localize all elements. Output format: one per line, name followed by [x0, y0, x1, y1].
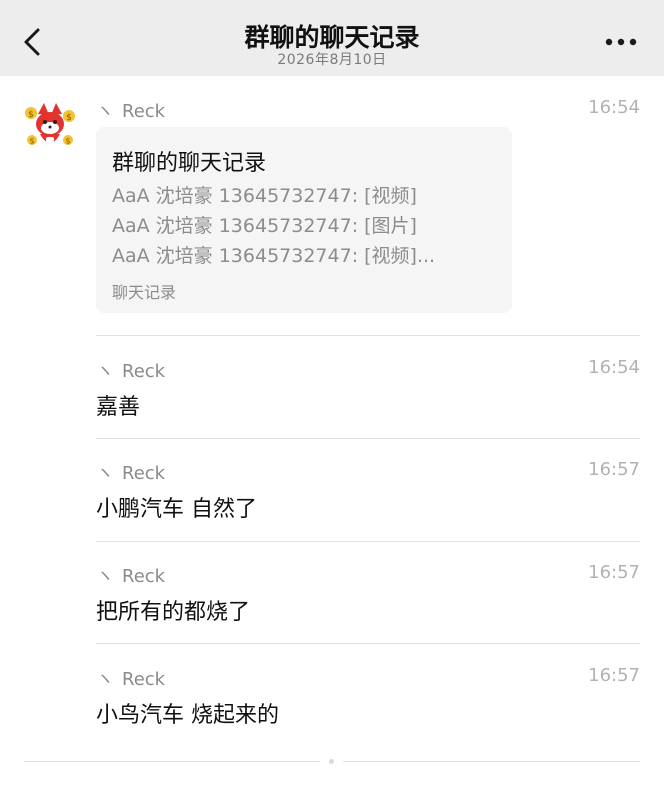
sender-name: ヽ Reck	[96, 101, 166, 122]
divider	[96, 438, 640, 439]
svg-text:$: $	[66, 113, 72, 123]
sender-label: Reck	[122, 669, 166, 690]
card-line: AaA 沈培豪 13645732747: [图片]	[112, 215, 417, 237]
page-date: 2026年8月10日	[277, 52, 387, 68]
svg-text:$: $	[28, 110, 34, 120]
message-time: 16:57	[588, 665, 640, 686]
sender-name: ヽ Reck	[96, 361, 166, 382]
message-item: ヽ Reck 16:54	[96, 97, 640, 127]
message-text: 小鸟汽车 烧起来的	[96, 703, 279, 728]
sender-label: Reck	[122, 463, 166, 484]
divider	[96, 335, 640, 336]
message-item: ヽ Reck 16:54 嘉善	[96, 357, 640, 427]
sender-name: ヽ Reck	[96, 463, 166, 484]
sender-label: Reck	[122, 101, 166, 122]
svg-text:$: $	[29, 137, 34, 146]
message-text: 嘉善	[96, 395, 141, 420]
sender-name: ヽ Reck	[96, 669, 166, 690]
card-line: AaA 沈培豪 13645732747: [视频]...	[112, 245, 436, 267]
divider	[96, 643, 640, 644]
more-button[interactable]	[600, 24, 646, 60]
end-dot	[329, 759, 334, 764]
sender-label: Reck	[122, 566, 166, 587]
message-time: 16:54	[588, 97, 640, 118]
message-text: 把所有的都烧了	[96, 600, 251, 625]
header-bar: 群聊的聊天记录 2026年8月10日	[0, 0, 664, 76]
card-title: 群聊的聊天记录	[112, 151, 267, 176]
chat-record-card[interactable]: 群聊的聊天记录 AaA 沈培豪 13645732747: [视频] AaA 沈培…	[96, 127, 512, 313]
avatar[interactable]: $ $ $ $	[22, 100, 78, 156]
card-line: AaA 沈培豪 13645732747: [视频]	[112, 185, 417, 207]
message-item: ヽ Reck 16:57 小鹏汽车 自然了	[96, 459, 640, 529]
card-footer: 聊天记录	[112, 283, 177, 302]
divider	[96, 541, 640, 542]
message-time: 16:57	[588, 459, 640, 480]
sender-name: ヽ Reck	[96, 566, 166, 587]
end-divider-right	[343, 761, 640, 762]
message-item: ヽ Reck 16:57 把所有的都烧了	[96, 562, 640, 632]
fox-avatar-icon: $ $ $ $	[25, 103, 75, 147]
message-text: 小鹏汽车 自然了	[96, 497, 257, 522]
more-dots-icon	[605, 38, 637, 46]
message-time: 16:57	[588, 562, 640, 583]
message-item: ヽ Reck 16:57 小鸟汽车 烧起来的	[96, 665, 640, 735]
end-divider-left	[24, 761, 320, 762]
sender-label: Reck	[122, 361, 166, 382]
message-time: 16:54	[588, 357, 640, 378]
svg-text:$: $	[65, 137, 70, 146]
